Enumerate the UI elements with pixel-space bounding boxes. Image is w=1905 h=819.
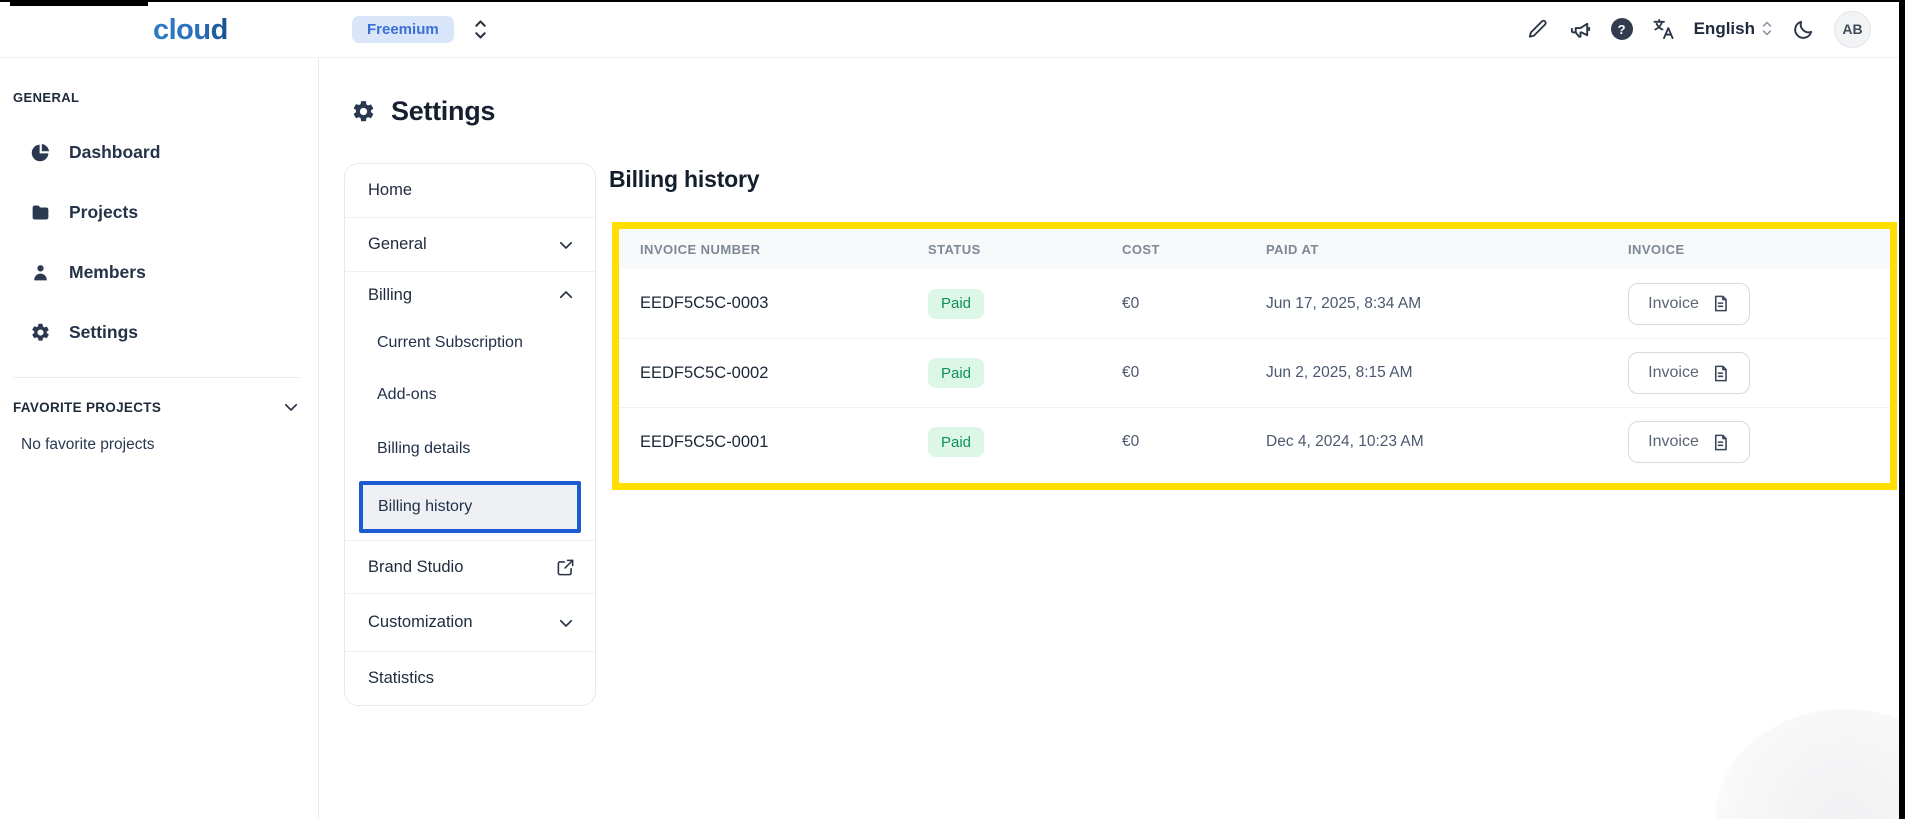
gear-icon [351, 99, 376, 124]
pie-chart-icon [30, 142, 51, 163]
gear-icon [30, 322, 51, 343]
settings-nav-card: Home General Billing Current Subscriptio… [344, 163, 596, 706]
table-header-row: INVOICE NUMBER STATUS COST PAID AT INVOI… [619, 229, 1890, 269]
sidebar-item-label: Members [69, 262, 146, 283]
language-chevrons-icon [1761, 19, 1773, 39]
sidebar-item-dashboard[interactable]: Dashboard [0, 134, 318, 170]
settings-nav-current-subscription[interactable]: Current Subscription [345, 318, 595, 368]
translate-icon[interactable] [1652, 18, 1675, 41]
settings-nav-general[interactable]: General [345, 218, 595, 271]
table-row: EEDF5C5C-0001 Paid €0 Dec 4, 2024, 10:23… [619, 407, 1890, 476]
column-header-status: STATUS [928, 242, 1122, 257]
invoice-button-label: Invoice [1648, 433, 1699, 451]
document-icon [1711, 433, 1730, 452]
settings-nav-billing-details[interactable]: Billing details [345, 422, 595, 476]
invoice-button-label: Invoice [1648, 364, 1699, 382]
window-tab-remnant [10, 0, 148, 6]
page-title-text: Settings [391, 96, 495, 127]
person-icon [30, 262, 51, 283]
sidebar-item-label: Settings [69, 322, 138, 343]
paid-at-cell: Jun 2, 2025, 8:15 AM [1266, 364, 1628, 382]
sidebar-section-general: GENERAL [13, 90, 79, 105]
edit-pencil-icon[interactable] [1527, 18, 1550, 41]
settings-nav-billing-history-selected[interactable]: Billing history [359, 481, 581, 533]
favorites-empty-text: No favorite projects [21, 436, 155, 454]
sidebar-item-label: Dashboard [69, 142, 160, 163]
nav-label: Home [368, 181, 412, 200]
settings-nav-brand-studio[interactable]: Brand Studio [345, 541, 595, 593]
status-badge: Paid [928, 358, 984, 388]
column-header-paid-at: PAID AT [1266, 242, 1628, 257]
cost-cell: €0 [1122, 364, 1266, 382]
column-header-cost: COST [1122, 242, 1266, 257]
table-row: EEDF5C5C-0003 Paid €0 Jun 17, 2025, 8:34… [619, 269, 1890, 338]
help-icon[interactable]: ? [1611, 18, 1633, 40]
invoice-download-button[interactable]: Invoice [1628, 283, 1750, 325]
nav-label: Add-ons [377, 386, 437, 404]
paid-at-cell: Dec 4, 2024, 10:23 AM [1266, 433, 1628, 451]
invoice-download-button[interactable]: Invoice [1628, 352, 1750, 394]
cost-cell: €0 [1122, 295, 1266, 313]
document-icon [1711, 364, 1730, 383]
settings-nav-home[interactable]: Home [345, 164, 595, 217]
chevron-up-icon [557, 286, 575, 304]
status-badge: Paid [928, 289, 984, 319]
chevron-down-icon [282, 398, 300, 416]
nav-label: Billing details [377, 440, 470, 458]
settings-nav-billing[interactable]: Billing [345, 272, 595, 318]
document-icon [1711, 294, 1730, 313]
topbar-actions: ? English AB [1527, 0, 1871, 58]
user-avatar[interactable]: AB [1834, 11, 1871, 48]
table-row: EEDF5C5C-0002 Paid €0 Jun 2, 2025, 8:15 … [619, 338, 1890, 407]
settings-nav-customization[interactable]: Customization [345, 594, 595, 651]
sidebar-divider [13, 377, 300, 378]
nav-label: Billing [368, 286, 412, 305]
topbar: cloud Freemium ? English AB [0, 0, 1899, 58]
window-right-edge [1899, 0, 1905, 819]
billing-history-heading: Billing history [609, 166, 759, 193]
column-header-invoice: INVOICE [1628, 242, 1890, 257]
sidebar-item-members[interactable]: Members [0, 254, 318, 290]
app-logo[interactable]: cloud [153, 14, 228, 47]
invoice-number-cell: EEDF5C5C-0002 [640, 364, 928, 383]
sidebar-item-projects[interactable]: Projects [0, 194, 318, 230]
favorite-projects-header[interactable]: FAVORITE PROJECTS [13, 398, 300, 416]
plan-badge[interactable]: Freemium [352, 16, 454, 43]
announcements-megaphone-icon[interactable] [1569, 18, 1592, 41]
paid-at-cell: Jun 17, 2025, 8:34 AM [1266, 295, 1628, 313]
sidebar-item-label: Projects [69, 202, 138, 223]
chevron-down-icon [557, 236, 575, 254]
plan-switcher-chevrons-icon[interactable] [470, 18, 490, 40]
external-link-icon [556, 558, 575, 577]
language-selector[interactable]: English [1694, 19, 1773, 39]
status-badge: Paid [928, 427, 984, 457]
settings-nav-statistics[interactable]: Statistics [345, 652, 595, 705]
main-content: Settings Home General Billing Current Su… [320, 58, 1899, 819]
invoice-download-button[interactable]: Invoice [1628, 421, 1750, 463]
settings-nav-add-ons[interactable]: Add-ons [345, 368, 595, 422]
nav-label: Customization [368, 613, 473, 632]
dark-mode-moon-icon[interactable] [1792, 18, 1815, 41]
nav-label: General [368, 235, 427, 254]
window-top-edge [0, 0, 1905, 2]
column-header-invoice-number: INVOICE NUMBER [640, 242, 928, 257]
cost-cell: €0 [1122, 433, 1266, 451]
invoice-number-cell: EEDF5C5C-0001 [640, 433, 928, 452]
nav-label: Brand Studio [368, 558, 463, 577]
invoice-button-label: Invoice [1648, 295, 1699, 313]
sidebar-item-settings[interactable]: Settings [0, 314, 318, 350]
page-title: Settings [351, 96, 495, 127]
invoice-number-cell: EEDF5C5C-0003 [640, 294, 928, 313]
billing-history-table-highlighted: INVOICE NUMBER STATUS COST PAID AT INVOI… [612, 222, 1897, 490]
language-label: English [1694, 19, 1755, 39]
nav-label: Billing history [378, 498, 472, 516]
nav-label: Current Subscription [377, 334, 523, 352]
nav-label: Statistics [368, 669, 434, 688]
sidebar: GENERAL Dashboard Projects Members Setti… [0, 58, 319, 819]
favorite-projects-label: FAVORITE PROJECTS [13, 400, 161, 415]
chevron-down-icon [557, 614, 575, 632]
folder-icon [30, 202, 51, 223]
